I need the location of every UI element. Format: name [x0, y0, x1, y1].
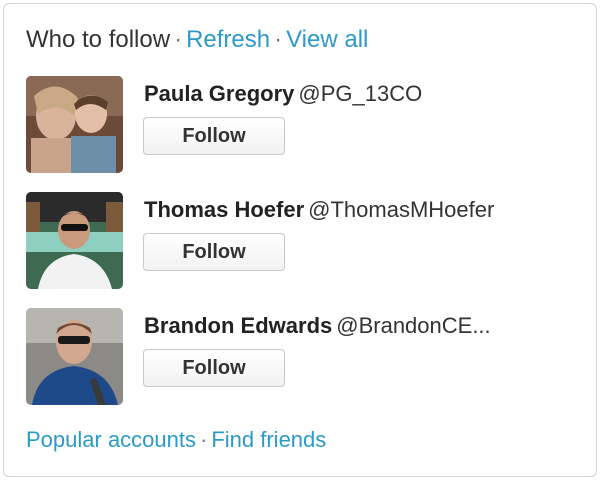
- avatar-photo: [26, 192, 123, 289]
- avatar[interactable]: [26, 192, 123, 289]
- header-separator: ·: [274, 26, 283, 53]
- user-name-line: Paula Gregory @PG_13CO: [144, 81, 422, 107]
- user-handle[interactable]: @ThomasMHoefer: [308, 197, 494, 222]
- follow-button[interactable]: Follow: [143, 233, 285, 271]
- view-all-link[interactable]: View all: [286, 26, 368, 53]
- suggestion-item: Paula Gregory @PG_13CO Follow: [26, 76, 586, 176]
- user-name[interactable]: Brandon Edwards: [144, 313, 332, 338]
- user-name-line: Thomas Hoefer @ThomasMHoefer: [144, 197, 494, 223]
- avatar[interactable]: [26, 308, 123, 405]
- follow-button[interactable]: Follow: [143, 117, 285, 155]
- user-handle[interactable]: @BrandonCE...: [336, 313, 490, 338]
- user-handle[interactable]: @PG_13CO: [298, 81, 422, 106]
- suggestion-item: Brandon Edwards @BrandonCE... Follow: [26, 308, 586, 408]
- who-to-follow-header: Who to follow · Refresh · View all: [26, 26, 368, 54]
- avatar[interactable]: [26, 76, 123, 173]
- avatar-photo: [26, 76, 123, 173]
- popular-accounts-link[interactable]: Popular accounts: [26, 427, 196, 452]
- panel-title: Who to follow: [26, 26, 171, 53]
- follow-button[interactable]: Follow: [143, 349, 285, 387]
- user-name[interactable]: Paula Gregory: [144, 81, 294, 106]
- avatar-photo: [26, 308, 123, 405]
- footer-separator: ·: [200, 427, 208, 452]
- header-separator: ·: [174, 26, 183, 53]
- refresh-link[interactable]: Refresh: [186, 26, 270, 53]
- who-to-follow-footer: Popular accounts · Find friends: [26, 427, 326, 453]
- user-name-line: Brandon Edwards @BrandonCE...: [144, 313, 491, 339]
- user-name[interactable]: Thomas Hoefer: [144, 197, 304, 222]
- find-friends-link[interactable]: Find friends: [211, 427, 326, 452]
- suggestion-item: Thomas Hoefer @ThomasMHoefer Follow: [26, 192, 586, 292]
